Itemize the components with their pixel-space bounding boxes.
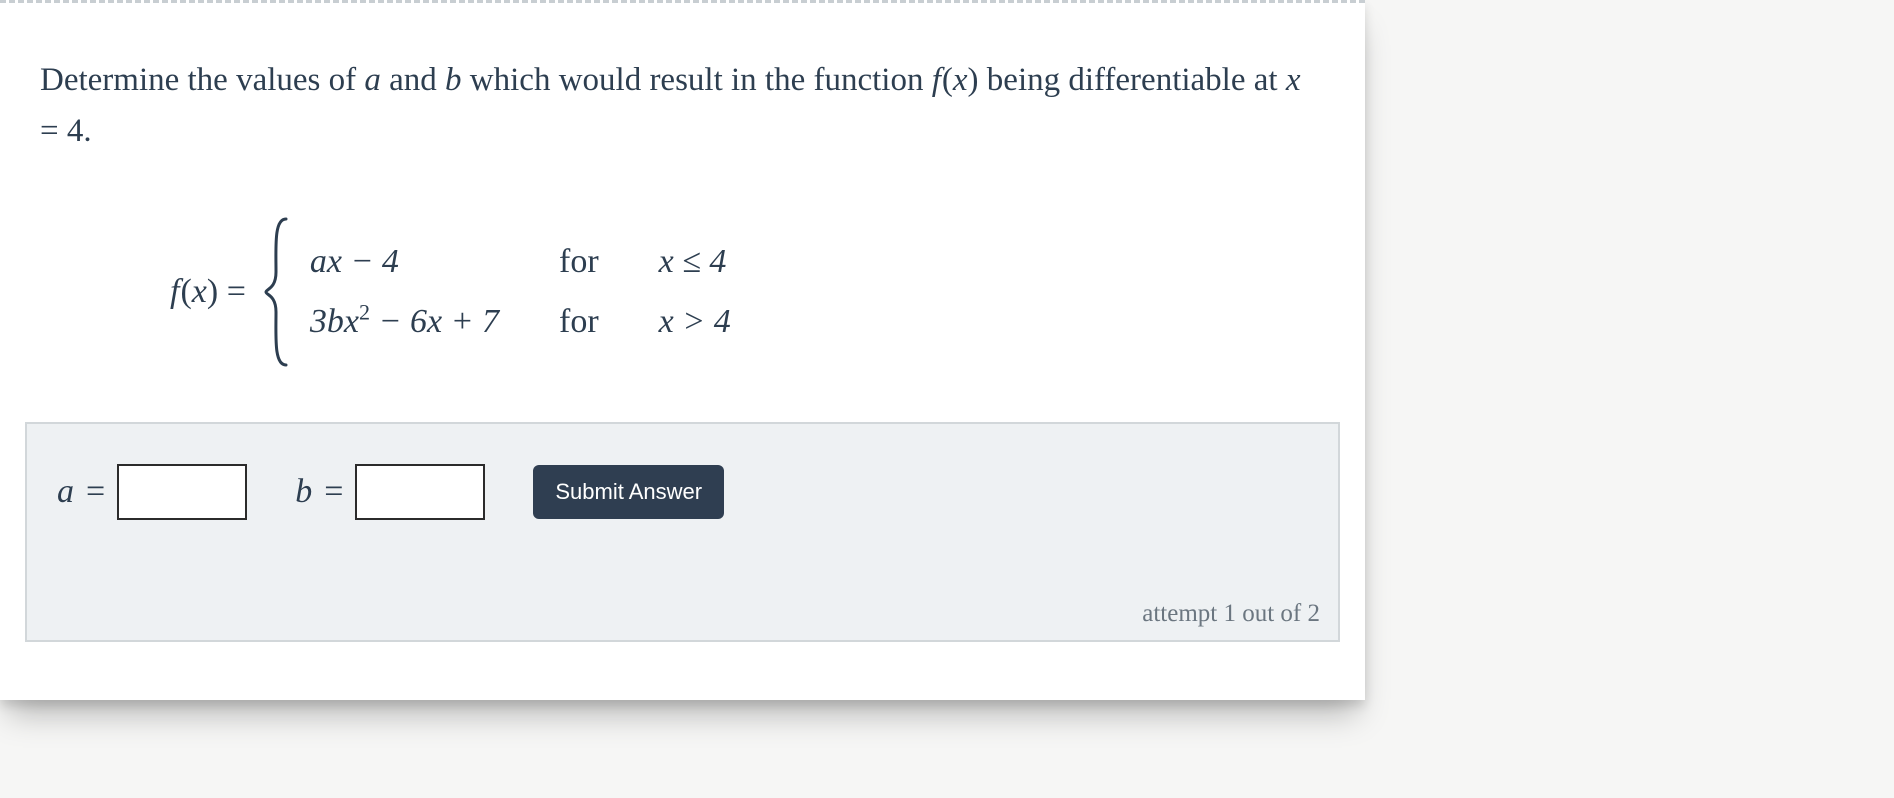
cond-val: 4 (67, 113, 84, 149)
answer-group-b: b = (295, 464, 485, 520)
case2-cond: x > 4 (659, 303, 731, 341)
prompt-part: being differentiable at (979, 62, 1286, 98)
case1-cond: x ≤ 4 (659, 243, 731, 281)
fn-f: f (932, 62, 942, 98)
question-content: Determine the values of a and b which wo… (0, 3, 1365, 367)
case1-expr: ax − 4 (310, 243, 499, 281)
cond-eq: = (40, 113, 67, 149)
paren-close: ) (207, 273, 218, 310)
prompt-part: and (381, 62, 445, 98)
prompt-text: Determine the values of a and b which wo… (40, 55, 1325, 157)
case2-exp: 2 (359, 300, 370, 325)
case2-post: − 6x + 7 (370, 303, 499, 340)
attempt-counter: attempt 1 out of 2 (1142, 600, 1320, 628)
input-a[interactable] (117, 464, 247, 520)
paren-close: ) (968, 62, 979, 98)
piecewise-equation: f(x) = ax − 4 for x ≤ 4 3bx2 − 6x + 7 fo… (170, 217, 1325, 367)
lhs-fn: f (170, 273, 180, 310)
case2-pre: 3bx (310, 303, 359, 340)
lhs-var: x (192, 273, 207, 310)
answer-group-a: a = (57, 464, 247, 520)
label-b: b (295, 473, 312, 511)
left-brace-icon (264, 217, 292, 367)
period: . (83, 113, 91, 149)
brace-group: ax − 4 for x ≤ 4 3bx2 − 6x + 7 for x > 4 (264, 217, 731, 367)
prompt-part: Determine the values of (40, 62, 364, 98)
paren-open: ( (942, 62, 953, 98)
input-b[interactable] (355, 464, 485, 520)
answer-row: a = b = Submit Answer (57, 464, 1308, 520)
for-label: for (559, 243, 599, 281)
label-a: a (57, 473, 74, 511)
answer-panel: a = b = Submit Answer attempt 1 out of 2 (25, 422, 1340, 642)
submit-button[interactable]: Submit Answer (533, 465, 724, 519)
cond-var: x (1286, 62, 1301, 98)
equals: = (218, 273, 246, 310)
question-card: Determine the values of a and b which wo… (0, 0, 1365, 700)
equals-b: = (324, 473, 343, 511)
var-a: a (364, 62, 381, 98)
cases-grid: ax − 4 for x ≤ 4 3bx2 − 6x + 7 for x > 4 (310, 243, 731, 341)
fn-var: x (953, 62, 968, 98)
for-label: for (559, 303, 599, 341)
paren-open: ( (180, 273, 191, 310)
prompt-part: which would result in the function (462, 62, 932, 98)
case2-expr: 3bx2 − 6x + 7 (310, 303, 499, 341)
var-b: b (445, 62, 462, 98)
equals-a: = (86, 473, 105, 511)
equation-lhs: f(x) = (170, 273, 246, 311)
